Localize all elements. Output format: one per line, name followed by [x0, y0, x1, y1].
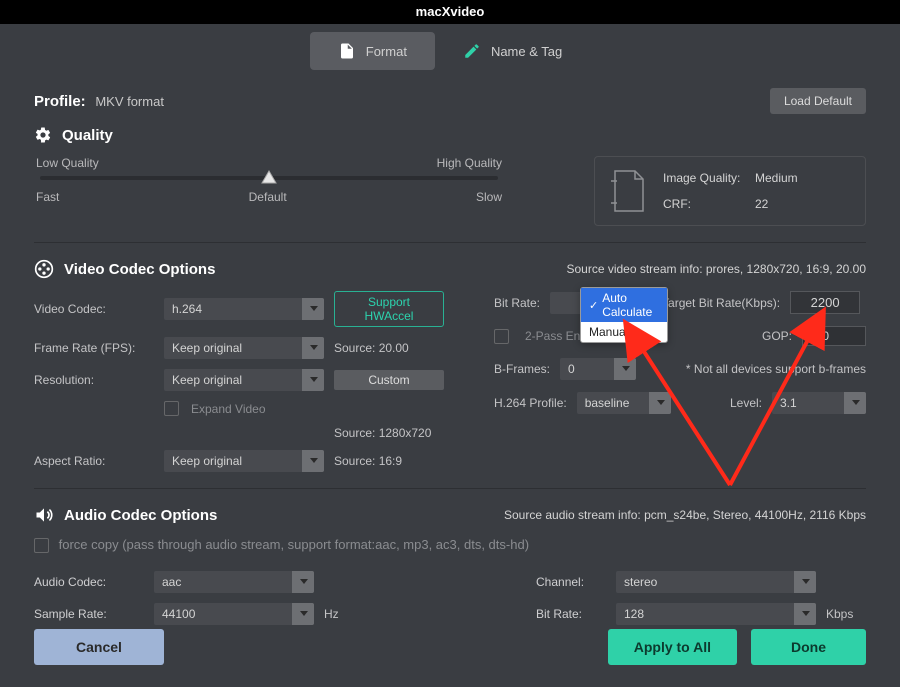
fps-source: Source: 20.00 [334, 341, 444, 355]
resolution-select[interactable]: Keep original [164, 369, 324, 391]
film-icon [34, 259, 54, 279]
bframes-note: * Not all devices support b-frames [686, 362, 866, 376]
load-default-button[interactable]: Load Default [770, 88, 866, 114]
resolution-source: Source: 1280x720 [334, 426, 444, 440]
default-label: Default [249, 190, 287, 204]
bitrate-dropdown[interactable]: Auto Calculate Manual [580, 287, 668, 343]
level-select[interactable]: 3.1 [772, 392, 866, 414]
window-title: macXvideo [0, 0, 900, 24]
slow-label: Slow [476, 190, 502, 204]
image-quality-label: Image Quality: [663, 171, 755, 185]
custom-button[interactable]: Custom [334, 370, 444, 390]
aspect-ratio-source: Source: 16:9 [334, 454, 444, 468]
tab-nametag[interactable]: Name & Tag [435, 32, 590, 70]
bframes-label: B-Frames: [494, 362, 550, 376]
level-label: Level: [730, 396, 762, 410]
video-codec-select[interactable]: h.264 [164, 298, 324, 320]
tab-format[interactable]: Format [310, 32, 435, 70]
fps-label: Frame Rate (FPS): [34, 341, 154, 355]
audio-source-info: Source audio stream info: pcm_s24be, Ste… [504, 508, 866, 522]
crf-value: 22 [755, 197, 768, 211]
channel-label: Channel: [536, 575, 606, 589]
expand-video-checkbox[interactable] [164, 401, 179, 416]
hwaccel-button[interactable]: Support HWAccel [334, 291, 444, 327]
aspect-ratio-select[interactable]: Keep original [164, 450, 324, 472]
tab-format-label: Format [366, 44, 407, 59]
profile-label: Profile: MKV format [34, 93, 164, 110]
gop-label: GOP: [762, 329, 792, 343]
h264-profile-select[interactable]: baseline [577, 392, 671, 414]
done-button[interactable]: Done [751, 629, 866, 665]
bitrate-option-manual[interactable]: Manual [581, 322, 667, 342]
audio-heading: Audio Codec Options [64, 507, 217, 524]
fast-label: Fast [36, 190, 59, 204]
forcecopy-label: force copy (pass through audio stream, s… [59, 537, 529, 552]
audio-codec-label: Audio Codec: [34, 575, 144, 589]
channel-select[interactable]: stereo [616, 571, 816, 593]
cancel-button[interactable]: Cancel [34, 629, 164, 665]
profile-value: MKV format [95, 94, 164, 109]
target-bitrate-input[interactable] [790, 291, 860, 314]
tab-nametag-label: Name & Tag [491, 44, 562, 59]
h264-profile-label: H.264 Profile: [494, 396, 567, 410]
nametag-icon [463, 42, 481, 60]
low-quality-label: Low Quality [36, 156, 99, 170]
bitrate-option-auto[interactable]: Auto Calculate [581, 288, 667, 322]
target-bitrate-label: Target Bit Rate(Kbps): [662, 296, 780, 310]
twopass-checkbox[interactable] [494, 329, 509, 344]
high-quality-label: High Quality [437, 156, 502, 170]
apply-to-all-button[interactable]: Apply to All [608, 629, 737, 665]
video-heading: Video Codec Options [64, 261, 215, 278]
resolution-label: Resolution: [34, 373, 154, 387]
format-icon [338, 42, 356, 60]
quality-heading: Quality [62, 127, 113, 144]
gear-icon [34, 126, 52, 144]
document-icon [609, 167, 649, 215]
bframes-select[interactable]: 0 [560, 358, 636, 380]
quality-info-box: Image Quality:Medium CRF:22 [594, 156, 866, 226]
aspect-ratio-label: Aspect Ratio: [34, 454, 154, 468]
speaker-icon [34, 505, 54, 525]
video-codec-label: Video Codec: [34, 302, 154, 316]
bitrate-label: Bit Rate: [494, 296, 540, 310]
fps-select[interactable]: Keep original [164, 337, 324, 359]
image-quality-value: Medium [755, 171, 798, 185]
gop-input[interactable] [802, 326, 866, 346]
forcecopy-checkbox[interactable] [34, 538, 49, 553]
expand-video-label: Expand Video [191, 402, 266, 416]
tab-bar: Format Name & Tag [0, 32, 900, 70]
video-source-info: Source video stream info: prores, 1280x7… [566, 262, 866, 276]
crf-label: CRF: [663, 197, 755, 211]
quality-slider[interactable] [40, 176, 498, 180]
audio-codec-select[interactable]: aac [154, 571, 314, 593]
slider-thumb[interactable] [260, 169, 278, 187]
